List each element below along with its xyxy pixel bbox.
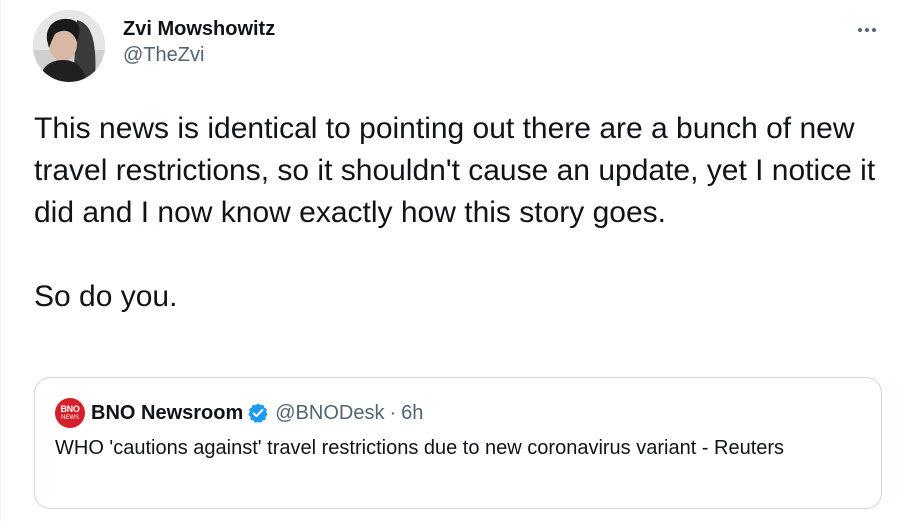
quoted-author-avatar: BNO NEWS (55, 398, 85, 428)
avatar-photo (33, 10, 105, 82)
quoted-tweet-text: WHO 'cautions against' travel restrictio… (55, 437, 785, 459)
author-handle[interactable]: @TheZvi (123, 42, 275, 68)
quoted-tweet-header: BNO NEWS BNO Newsroom @BNODesk · 6h (55, 398, 423, 428)
verified-badge-icon (247, 402, 269, 424)
more-horizontal-icon (858, 28, 876, 32)
avatar-logo-text-top: BNO (60, 404, 80, 414)
author-name[interactable]: Zvi Mowshowitz (123, 16, 275, 42)
more-options-button[interactable] (847, 16, 887, 44)
quoted-tweet-timestamp[interactable]: 6h (401, 402, 423, 425)
quoted-tweet-card[interactable]: BNO NEWS BNO Newsroom @BNODesk · 6h WHO … (34, 377, 882, 509)
tweet-text: This news is identical to pointing out t… (34, 112, 876, 313)
tweet: Zvi Mowshowitz @TheZvi This news is iden… (0, 0, 902, 521)
separator-dot: · (389, 401, 397, 424)
avatar-logo-text-bottom: NEWS (61, 415, 79, 421)
avatar[interactable] (33, 10, 105, 82)
author-info: Zvi Mowshowitz @TheZvi (123, 16, 275, 68)
quoted-author-handle: @BNODesk (275, 401, 385, 424)
quoted-author-name: BNO Newsroom (91, 401, 244, 424)
